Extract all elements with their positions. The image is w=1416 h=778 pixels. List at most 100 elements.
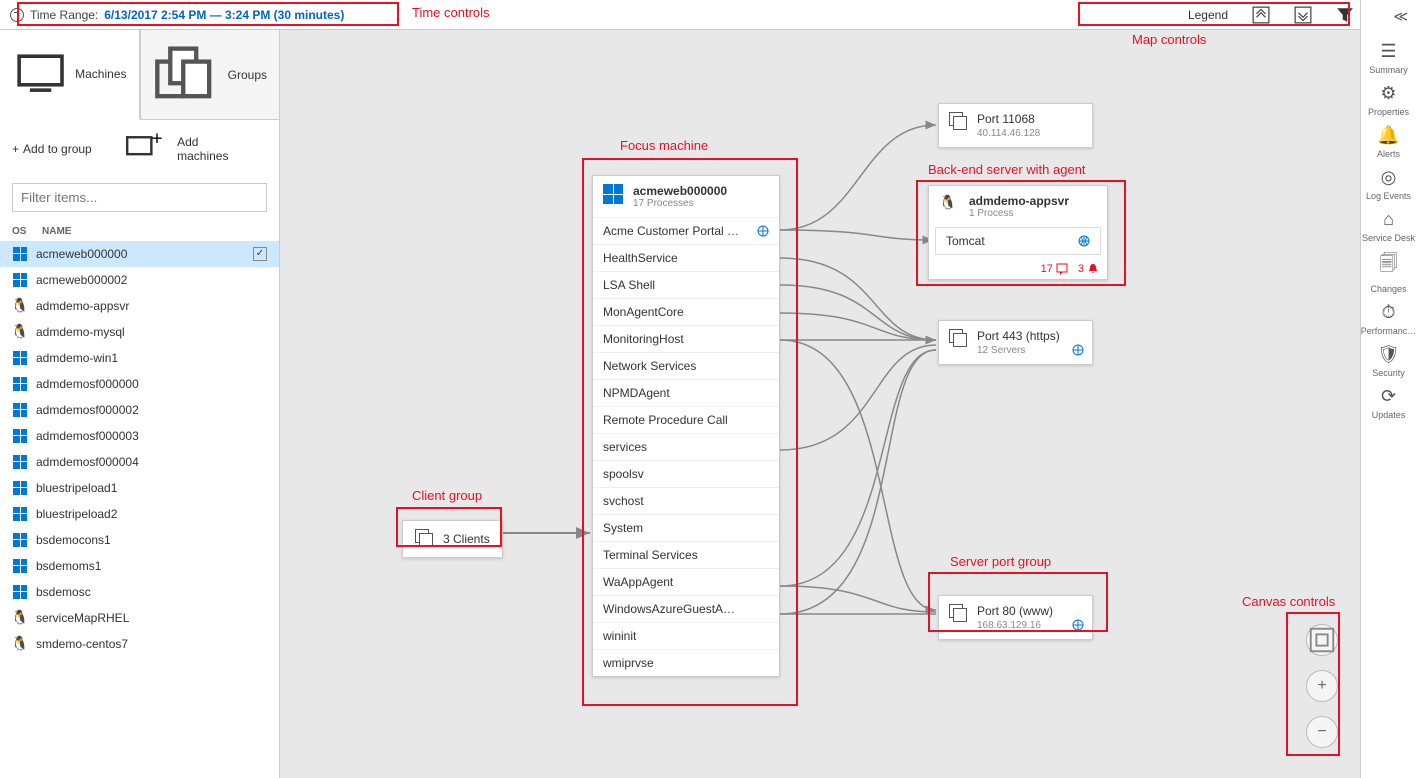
windows-icon [603,184,625,206]
alerts-icon: 🔔 [1377,125,1399,146]
process-row[interactable]: Acme Customer Portal … [593,217,779,244]
rp-alerts[interactable]: 🔔Alerts [1361,121,1416,163]
collapse-panel-icon[interactable]: ≪ [1393,8,1408,25]
machine-icon [12,40,69,108]
rp-changes[interactable]: 🗐Changes [1361,247,1416,298]
zoom-out-button[interactable]: − [1306,716,1338,748]
machine-item[interactable]: admdemosf000003 [0,423,279,449]
process-row[interactable]: WindowsAzureGuestA… [593,595,779,622]
backend-agent-node[interactable]: 🐧 admdemo-appsvr 1 Process Tomcat 17 3 [928,185,1108,280]
process-row[interactable]: WaAppAgent [593,568,779,595]
servers-stack-icon [949,604,969,624]
rp-updates[interactable]: ⟳Updates [1361,382,1416,424]
windows-icon [12,584,28,600]
filter-icon[interactable] [1336,6,1354,24]
rp-properties[interactable]: ⚙Properties [1361,79,1416,121]
process-row[interactable]: spoolsv [593,460,779,487]
sidebar-actions: +Add to group +Add machines [0,120,279,179]
tab-groups[interactable]: Groups [140,30,280,119]
linux-icon: 🐧 [12,636,28,652]
process-row[interactable]: MonAgentCore [593,298,779,325]
process-row[interactable]: System [593,514,779,541]
machines-list[interactable]: acmeweb000000 acmeweb000002 🐧admdemo-appsv… [0,241,279,778]
machine-item[interactable]: 🐧admdemo-appsvr [0,293,279,319]
svg-text:+: + [151,130,162,150]
zoom-in-button[interactable]: + [1306,670,1338,702]
fit-to-screen-button[interactable] [1306,624,1338,656]
process-row[interactable]: Remote Procedure Call [593,406,779,433]
alert-badge[interactable]: 17 [1041,263,1068,275]
globe-icon [1072,344,1084,356]
machine-item[interactable]: 🐧serviceMapRHEL [0,605,279,631]
bell-badge[interactable]: 3 [1078,263,1099,275]
focus-machine-node[interactable]: acmeweb000000 17 Processes Acme Customer… [592,175,780,677]
machine-name-label: bsdemosc [36,585,91,599]
globe-icon [1078,235,1090,247]
machine-name-label: admdemosf000002 [36,403,139,417]
machine-item[interactable]: bsdemosc [0,579,279,605]
windows-icon [12,558,28,574]
map-canvas[interactable]: 3 Clients acmeweb000000 17 Processes Acm… [280,30,1360,778]
machine-item[interactable]: bluestripeload1 [0,475,279,501]
focus-machine-title: acmeweb000000 [633,184,727,198]
top-bar: Time Range: 6/13/2017 2:54 PM — 3:24 PM … [0,0,1416,30]
machine-item[interactable]: 🐧smdemo-centos7 [0,631,279,657]
legend-button[interactable]: Legend [1188,8,1228,22]
agent-header: 🐧 admdemo-appsvr 1 Process [929,186,1107,227]
port-80-node[interactable]: Port 80 (www) 168.63.129.16 [938,595,1093,640]
machine-item[interactable]: admdemosf000000 [0,371,279,397]
client-group-node[interactable]: 3 Clients [402,520,503,558]
time-range-control[interactable]: Time Range: 6/13/2017 2:54 PM — 3:24 PM … [10,8,344,22]
focus-header: acmeweb000000 17 Processes [593,176,779,217]
add-to-group-button[interactable]: +Add to group [12,130,92,169]
process-row[interactable]: MonitoringHost [593,325,779,352]
rp-performance[interactable]: ⏱Performanc… [1361,298,1416,340]
rp-logevents[interactable]: ◎Log Events [1361,163,1416,205]
machine-name-label: bsdemocons1 [36,533,111,547]
windows-icon [12,480,28,496]
rp-summary[interactable]: ☰Summary [1361,37,1416,79]
agent-process-row[interactable]: Tomcat [935,227,1101,255]
machine-item[interactable]: bluestripeload2 [0,501,279,527]
process-row[interactable]: services [593,433,779,460]
sidebar-tabs: Machines Groups [0,30,279,120]
collapse-all-icon[interactable] [1252,6,1270,24]
machine-item[interactable]: admdemosf000002 [0,397,279,423]
port-443-node[interactable]: Port 443 (https) 12 Servers [938,320,1093,365]
process-row[interactable]: LSA Shell [593,271,779,298]
machine-item[interactable]: admdemosf000004 [0,449,279,475]
process-row[interactable]: HealthService [593,244,779,271]
machine-name-label: bluestripeload1 [36,481,117,495]
changes-icon: 🗐 [1380,251,1398,281]
machine-name-label: acmeweb000002 [36,273,127,287]
machine-item[interactable]: acmeweb000000 [0,241,279,267]
machine-item[interactable]: admdemo-win1 [0,345,279,371]
rp-security[interactable]: 🛡Security [1361,340,1416,382]
machine-name-label: admdemo-win1 [36,351,118,365]
process-row[interactable]: NPMDAgent [593,379,779,406]
process-row[interactable]: wmiprvse [593,649,779,676]
groups-icon [153,40,222,109]
port-11068-node[interactable]: Port 11068 40.114.46.128 [938,103,1093,148]
windows-icon [12,376,28,392]
expand-all-icon[interactable] [1294,6,1312,24]
tab-machines[interactable]: Machines [0,30,140,120]
process-row[interactable]: Network Services [593,352,779,379]
machine-item[interactable]: acmeweb000002 [0,267,279,293]
machine-item[interactable]: bsdemocons1 [0,527,279,553]
filter-input[interactable] [12,183,267,212]
process-row[interactable]: Terminal Services [593,541,779,568]
process-row[interactable]: wininit [593,622,779,649]
windows-icon [12,402,28,418]
linux-icon: 🐧 [12,610,28,626]
globe-icon [757,225,769,237]
performance-icon: ⏱ [1381,302,1395,323]
machine-item[interactable]: bsdemoms1 [0,553,279,579]
process-row[interactable]: svchost [593,487,779,514]
machines-stack-icon [415,529,435,549]
plus-icon: + [12,142,19,156]
machine-item[interactable]: 🐧admdemo-mysql [0,319,279,345]
add-machines-button[interactable]: +Add machines [110,130,229,169]
rp-servicedesk[interactable]: ⌂Service Desk [1361,205,1416,247]
checkbox-icon[interactable] [253,247,267,261]
